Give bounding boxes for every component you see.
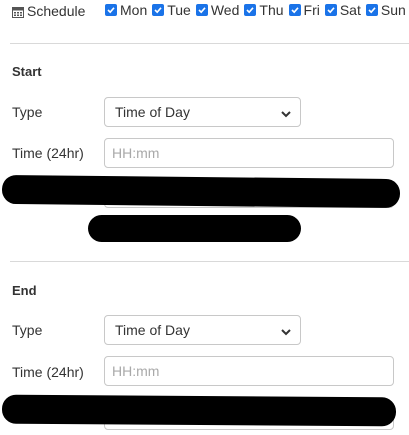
start-time-input[interactable]: HH:mm (104, 138, 394, 168)
start-section-title: Start (12, 64, 42, 79)
day-sat[interactable]: Sat (324, 2, 361, 18)
schedule-label-text: Schedule (27, 3, 86, 19)
redaction-mark (88, 215, 301, 242)
divider (10, 43, 409, 44)
day-label: Tue (167, 2, 191, 18)
checkbox-checked-icon[interactable] (324, 4, 337, 16)
day-tue[interactable]: Tue (152, 2, 191, 18)
end-time-placeholder: HH:mm (112, 363, 160, 379)
day-label: Sat (339, 2, 361, 18)
checkbox-checked-icon[interactable] (105, 4, 117, 16)
end-time-input[interactable]: HH:mm (104, 356, 394, 386)
redaction-mark (1, 174, 401, 209)
checkbox-checked-icon[interactable] (244, 4, 257, 16)
chevron-down-icon (280, 325, 292, 341)
day-label: Wed (210, 2, 240, 18)
chevron-down-icon (280, 107, 292, 123)
day-checkboxes: Mon Tue Wed Thu Fri Sat Sun (105, 2, 406, 18)
end-type-value: Time of Day (115, 322, 190, 338)
day-sun[interactable]: Sun (365, 2, 406, 18)
checkbox-checked-icon[interactable] (288, 4, 301, 16)
calendar-icon (12, 5, 24, 18)
start-type-label: Type (12, 104, 43, 120)
start-type-select[interactable]: Time of Day (104, 97, 301, 127)
end-type-select[interactable]: Time of Day (104, 315, 301, 345)
day-label: Mon (120, 2, 148, 18)
start-time-label: Time (24hr) (12, 145, 84, 161)
end-type-label: Type (12, 322, 43, 338)
end-time-label: Time (24hr) (12, 364, 84, 380)
day-label: Sun (380, 2, 406, 18)
checkbox-checked-icon[interactable] (152, 4, 165, 16)
day-mon[interactable]: Mon (105, 2, 147, 18)
schedule-label: Schedule (12, 3, 85, 19)
end-section-title: End (12, 283, 37, 298)
day-fri[interactable]: Fri (288, 2, 320, 18)
day-label: Thu (259, 2, 284, 18)
start-type-value: Time of Day (115, 104, 190, 120)
day-wed[interactable]: Wed (195, 2, 240, 18)
redaction-mark (1, 394, 397, 427)
divider (10, 261, 409, 262)
day-label: Fri (303, 2, 320, 18)
day-thu[interactable]: Thu (244, 2, 284, 18)
start-time-placeholder: HH:mm (112, 145, 160, 161)
checkbox-checked-icon[interactable] (195, 4, 208, 16)
checkbox-checked-icon[interactable] (365, 4, 378, 16)
